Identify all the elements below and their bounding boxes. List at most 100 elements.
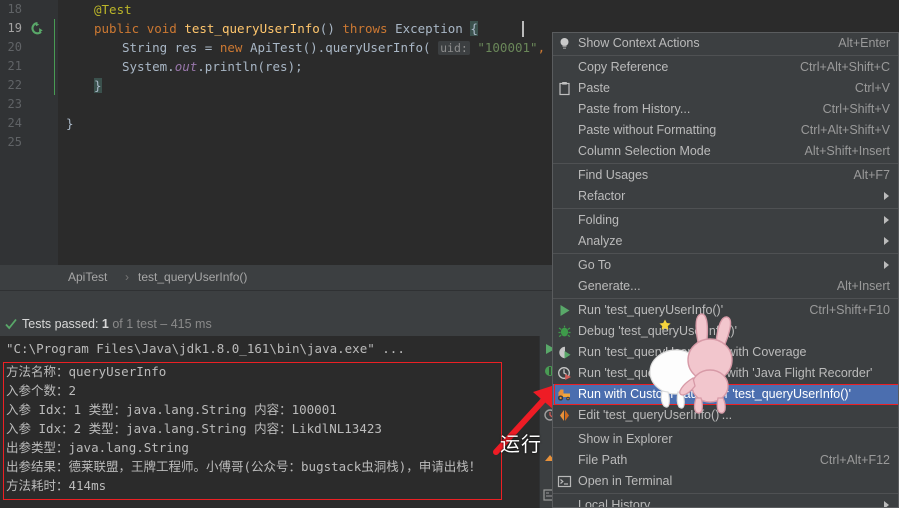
code-line-20: String res = new ApiTest().queryUserInfo… xyxy=(122,38,599,57)
console-line-5: 出参类型：java.lang.String xyxy=(6,440,189,455)
menu-label: Run 'test_queryUserInfo()' xyxy=(578,303,724,317)
line-number-21: 21 xyxy=(7,59,22,73)
editor-context-menu[interactable]: Show Context Actions Alt+Enter Copy Refe… xyxy=(552,32,899,508)
menu-accel: Ctrl+Shift+F10 xyxy=(809,303,890,317)
chevron-right-icon xyxy=(884,237,889,245)
menu-label: Edit 'test_queryUserInfo()'... xyxy=(578,408,733,422)
menu-item-analyze[interactable]: Analyze xyxy=(553,231,898,252)
console-command-line: "C:\Program Files\Java\jdk1.8.0_161\bin\… xyxy=(6,341,405,356)
code-line-21: System.out.println(res); xyxy=(122,59,303,74)
console-line-1: 方法名称：queryUserInfo xyxy=(6,364,167,379)
menu-label: Show in Explorer xyxy=(578,432,673,446)
menu-item-generate[interactable]: Generate... Alt+Insert xyxy=(553,276,898,297)
menu-accel: Ctrl+V xyxy=(854,81,890,95)
menu-item-folding[interactable]: Folding xyxy=(553,210,898,231)
menu-item-run-with-custom-launcher[interactable]: Run with Custom Launcher 'test_queryUser… xyxy=(553,384,898,405)
console-line-7: 方法耗时：414ms xyxy=(6,478,107,493)
menu-label: File Path xyxy=(578,453,628,467)
menu-accel: Ctrl+Alt+Shift+V xyxy=(800,123,890,137)
text-caret xyxy=(522,21,524,37)
code-line-22: } xyxy=(94,78,102,93)
tests-passed-count: 1 xyxy=(101,317,109,331)
line-number-20: 20 xyxy=(7,40,22,54)
menu-item-paste-without-formatting[interactable]: Paste without Formatting Ctrl+Alt+Shift+… xyxy=(553,120,898,141)
menu-item-paste-from-history[interactable]: Paste from History... Ctrl+Shift+V xyxy=(553,99,898,120)
line-number-24: 24 xyxy=(7,116,22,130)
chevron-right-icon xyxy=(884,192,889,200)
line-number-23: 23 xyxy=(7,97,22,111)
breadcrumb-class[interactable]: ApiTest xyxy=(68,265,107,290)
code-line-18: @Test xyxy=(94,2,132,17)
menu-label: Run 'test_queryUserInfo()' with Coverage xyxy=(578,345,807,359)
tractor-icon xyxy=(558,389,570,401)
menu-item-run-with-coverage[interactable]: Run 'test_queryUserInfo()' with Coverage xyxy=(553,342,898,363)
run-test-green-icon[interactable] xyxy=(31,22,44,35)
menu-item-show-context-actions[interactable]: Show Context Actions Alt+Enter xyxy=(553,33,898,54)
menu-item-run-with-jfr[interactable]: Run 'test_queryUserInfo()' with 'Java Fl… xyxy=(553,363,898,384)
menu-item-show-in-explorer[interactable]: Show in Explorer xyxy=(553,429,898,450)
menu-item-edit-configuration[interactable]: Edit 'test_queryUserInfo()'... xyxy=(553,405,898,426)
run-green-triangle-icon xyxy=(560,305,570,316)
tests-passed-detail: of 1 test – 415 ms xyxy=(112,317,212,331)
menu-item-find-usages[interactable]: Find Usages Alt+F7 xyxy=(553,165,898,186)
menu-label: Folding xyxy=(578,213,619,227)
breadcrumb-separator: › xyxy=(125,270,129,284)
chevron-right-icon xyxy=(884,216,889,224)
menu-accel: Alt+F7 xyxy=(853,168,890,182)
console-line-2: 入参个数：2 xyxy=(6,383,77,398)
menu-accel: Alt+Enter xyxy=(838,36,890,50)
menu-label: Run with Custom Launcher 'test_queryUser… xyxy=(578,387,851,401)
editor-gutter[interactable]: 18 19 20 21 22 23 24 25 xyxy=(0,0,58,265)
line-number-18: 18 xyxy=(7,2,22,16)
console-line-4: 入参 Idx：2 类型：java.lang.String 内容：LikdlNL1… xyxy=(6,421,382,436)
line-number-19: 19 xyxy=(7,21,22,35)
chevron-right-icon xyxy=(884,261,889,269)
menu-label: Show Context Actions xyxy=(578,36,700,50)
menu-accel: Alt+Insert xyxy=(836,279,890,293)
test-status-text: Tests passed: 1 of 1 test – 415 ms xyxy=(22,317,212,331)
terminal-icon xyxy=(557,475,572,488)
menu-accel: Ctrl+Alt+F12 xyxy=(819,453,890,467)
console-line-6: 出参结果：德莱联盟，王牌工程师。小傅哥(公众号：bugstack虫洞栈)，申请出… xyxy=(6,459,482,474)
menu-item-paste[interactable]: Paste Ctrl+V xyxy=(553,78,898,99)
coverage-icon xyxy=(559,346,571,359)
clipboard-icon xyxy=(559,82,570,96)
menu-item-run-test[interactable]: Run 'test_queryUserInfo()' Ctrl+Shift+F1… xyxy=(553,300,898,321)
menu-item-column-selection-mode[interactable]: Column Selection Mode Alt+Shift+Insert xyxy=(553,141,898,162)
menu-separator xyxy=(553,55,898,56)
menu-label: Generate... xyxy=(578,279,641,293)
menu-item-file-path[interactable]: File Path Ctrl+Alt+F12 xyxy=(553,450,898,471)
menu-label: Find Usages xyxy=(578,168,649,182)
menu-label: Analyze xyxy=(578,234,623,248)
menu-label: Refactor xyxy=(578,189,626,203)
breadcrumb-method[interactable]: test_queryUserInfo() xyxy=(138,265,247,290)
vcs-change-marker xyxy=(54,19,55,95)
code-line-24: } xyxy=(66,116,74,131)
menu-item-copy-reference[interactable]: Copy Reference Ctrl+Alt+Shift+C xyxy=(553,57,898,78)
annotation-label: 运行 xyxy=(500,432,542,456)
line-number-25: 25 xyxy=(7,135,22,149)
menu-separator xyxy=(553,253,898,254)
menu-label: Run 'test_queryUserInfo()' with 'Java Fl… xyxy=(578,366,873,380)
menu-item-debug-test[interactable]: Debug 'test_queryUserInfo()' xyxy=(553,321,898,342)
menu-item-go-to[interactable]: Go To xyxy=(553,255,898,276)
menu-label: Local History xyxy=(578,498,651,508)
menu-label: Copy Reference xyxy=(578,60,669,74)
menu-item-refactor[interactable]: Refactor xyxy=(553,186,898,207)
menu-item-open-in-terminal[interactable]: Open in Terminal xyxy=(553,471,898,492)
menu-label: Paste without Formatting xyxy=(578,123,717,137)
profiler-icon xyxy=(558,367,571,380)
menu-accel: Alt+Shift+Insert xyxy=(804,144,890,158)
menu-item-local-history[interactable]: Local History xyxy=(553,495,898,508)
menu-accel: Ctrl+Alt+Shift+C xyxy=(800,60,890,74)
tests-passed-label: Tests passed: xyxy=(22,317,99,331)
console-line-3: 入参 Idx：1 类型：java.lang.String 内容：100001 xyxy=(6,402,337,417)
lightbulb-icon xyxy=(560,38,569,49)
menu-label: Column Selection Mode xyxy=(578,144,711,158)
menu-label: Paste from History... xyxy=(578,102,691,116)
menu-label: Paste xyxy=(578,81,610,95)
line-number-22: 22 xyxy=(7,78,22,92)
menu-separator xyxy=(553,298,898,299)
menu-separator xyxy=(553,493,898,494)
green-check-icon xyxy=(5,318,17,330)
